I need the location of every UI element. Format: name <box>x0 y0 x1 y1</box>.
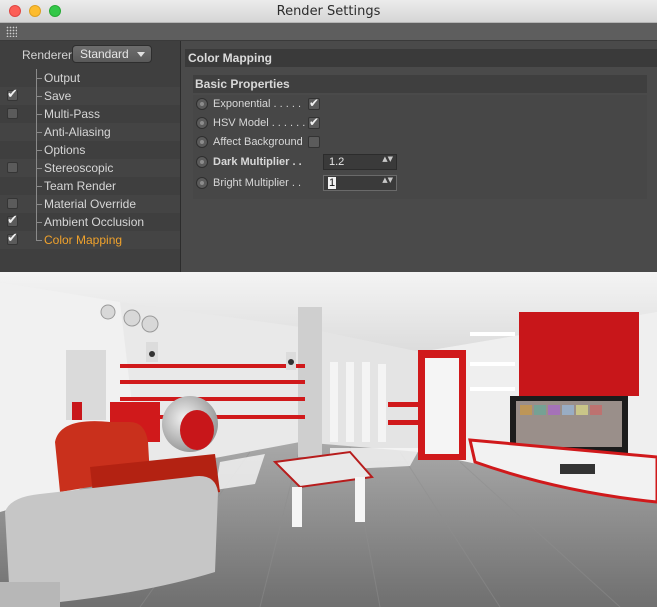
param-hsv-model: HSV Model . . . . . . ✔ <box>193 114 647 133</box>
parameters-list: Exponential . . . . . ✔ HSV Model . . . … <box>193 95 647 199</box>
animate-radio-icon[interactable] <box>196 117 208 129</box>
tree-item-label: Output <box>44 71 81 85</box>
group-title: Basic Properties <box>195 77 290 91</box>
stepper-arrows-icon[interactable]: ▲▼ <box>382 156 393 163</box>
render-preview-image <box>0 272 657 607</box>
check-icon: ✔ <box>7 87 18 102</box>
bright-multiplier-value[interactable]: 1 <box>328 177 337 189</box>
hsv-model-checkbox[interactable]: ✔ <box>308 115 320 129</box>
param-label: Affect Background <box>213 136 303 148</box>
settings-tree: Output ✔ Save Multi-Pass Anti-Aliasing O… <box>0 69 180 249</box>
tree-item-label: Material Override <box>44 197 137 211</box>
tree-item-anti-aliasing[interactable]: Anti-Aliasing <box>0 123 180 141</box>
bright-multiplier-field[interactable]: 1 ▲▼ <box>323 175 397 191</box>
tree-connector <box>36 222 42 223</box>
window-title: Render Settings <box>276 4 381 19</box>
tree-item-label: Anti-Aliasing <box>44 125 111 139</box>
animate-radio-icon[interactable] <box>196 177 208 189</box>
tree-item-ambient-occlusion[interactable]: ✔ Ambient Occlusion <box>0 213 180 231</box>
affect-background-checkbox[interactable] <box>308 136 320 148</box>
tree-item-multi-pass[interactable]: Multi-Pass <box>0 105 180 123</box>
renderer-value: Standard <box>80 47 129 61</box>
stereoscopic-checkbox[interactable] <box>7 162 18 173</box>
tree-item-label: Color Mapping <box>44 233 123 247</box>
param-exponential: Exponential . . . . . ✔ <box>193 95 647 114</box>
tree-item-team-render[interactable]: Team Render <box>0 177 180 195</box>
tree-connector <box>36 78 42 79</box>
tree-connector <box>36 186 42 187</box>
tree-item-label: Team Render <box>44 179 117 193</box>
save-checkbox[interactable]: ✔ <box>7 87 18 102</box>
tree-connector <box>36 168 42 169</box>
param-label: Exponential . . . . . <box>213 98 302 110</box>
title-bar[interactable]: Render Settings <box>0 0 657 23</box>
tree-item-label: Stereoscopic <box>44 161 114 175</box>
tree-item-label: Multi-Pass <box>44 107 101 121</box>
check-icon: ✔ <box>7 213 18 228</box>
color-mapping-checkbox[interactable]: ✔ <box>7 231 18 246</box>
animate-radio-icon[interactable] <box>196 136 208 148</box>
tree-item-options[interactable]: Options <box>0 141 180 159</box>
exponential-checkbox[interactable]: ✔ <box>308 96 320 110</box>
tree-connector <box>36 204 42 205</box>
tree-connector <box>36 132 42 133</box>
grip-icon[interactable] <box>6 26 17 37</box>
tree-item-label: Ambient Occlusion <box>44 215 145 229</box>
render-settings-window: Render Settings Renderer Standard Output… <box>0 0 657 272</box>
multi-pass-checkbox[interactable] <box>7 108 18 119</box>
tree-item-save[interactable]: ✔ Save <box>0 87 180 105</box>
param-label: HSV Model . . . . . . <box>213 117 306 129</box>
param-affect-background: Affect Background <box>193 133 647 152</box>
material-override-checkbox[interactable] <box>7 198 18 209</box>
tree-item-output[interactable]: Output <box>0 69 180 87</box>
tree-item-color-mapping[interactable]: ✔ Color Mapping <box>0 231 180 249</box>
tree-item-label: Save <box>44 89 72 103</box>
param-label: Dark Multiplier . . <box>213 156 302 168</box>
room-render-illustration <box>0 272 657 607</box>
stepper-arrows-icon[interactable]: ▲▼ <box>382 177 393 184</box>
tree-item-material-override[interactable]: Material Override <box>0 195 180 213</box>
group-header[interactable]: Basic Properties <box>193 75 647 93</box>
toolbar <box>0 23 657 41</box>
tree-item-stereoscopic[interactable]: Stereoscopic <box>0 159 180 177</box>
ambient-occlusion-checkbox[interactable]: ✔ <box>7 213 18 228</box>
tree-item-label: Options <box>44 143 86 157</box>
renderer-dropdown[interactable]: Standard <box>72 45 152 63</box>
section-title: Color Mapping <box>188 51 272 65</box>
dark-multiplier-value[interactable]: 1.2 <box>329 156 344 168</box>
dark-multiplier-field[interactable]: 1.2 ▲▼ <box>323 154 397 170</box>
renderer-label: Renderer <box>22 48 73 62</box>
param-bright-multiplier: Bright Multiplier . . 1 ▲▼ <box>193 174 647 193</box>
check-icon: ✔ <box>309 115 320 129</box>
chevron-down-icon <box>137 52 145 57</box>
check-icon: ✔ <box>309 96 320 110</box>
tree-connector <box>36 96 42 97</box>
tree-connector <box>36 150 42 151</box>
section-header: Color Mapping <box>185 49 657 67</box>
settings-sidebar: Renderer Standard Output ✔ Save Multi-Pa… <box>0 41 181 272</box>
param-label: Bright Multiplier . . <box>213 177 302 189</box>
animate-radio-icon[interactable] <box>196 98 208 110</box>
check-icon: ✔ <box>7 231 18 246</box>
tree-connector <box>36 240 42 241</box>
param-dark-multiplier: Dark Multiplier . . 1.2 ▲▼ <box>193 153 647 172</box>
tree-connector <box>36 114 42 115</box>
attributes-panel: Color Mapping Basic Properties Exponenti… <box>181 41 657 272</box>
animate-radio-icon[interactable] <box>196 156 208 168</box>
